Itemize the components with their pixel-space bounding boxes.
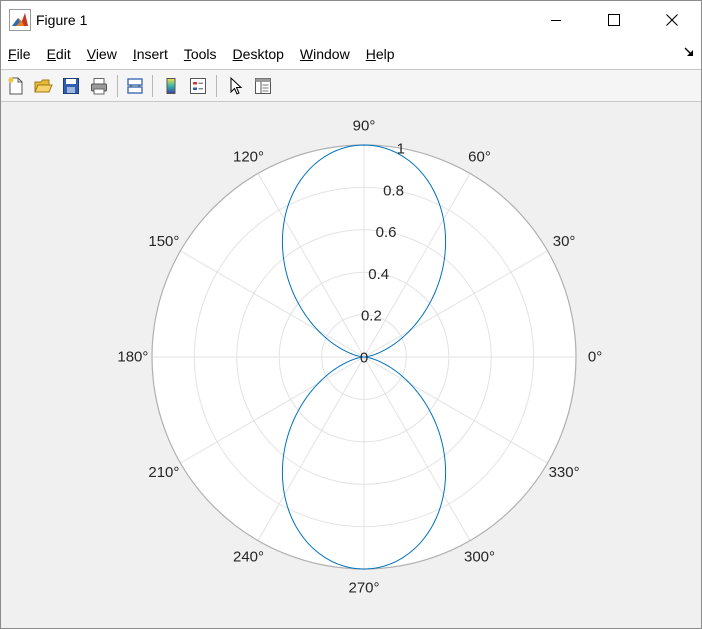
close-button[interactable]: [643, 1, 701, 39]
menu-window[interactable]: Window: [292, 39, 358, 69]
menu-desktop[interactable]: Desktop: [225, 39, 292, 69]
r-tick-label: 1: [397, 141, 405, 158]
dock-figure-icon[interactable]: [683, 46, 695, 58]
minimize-icon: [551, 20, 561, 21]
r-tick-label: 0.6: [376, 224, 397, 241]
theta-tick-label: 270°: [348, 580, 379, 597]
toolbar-separator: [216, 75, 217, 97]
toolbar-separator: [152, 75, 153, 97]
r-tick-label: 0.2: [361, 308, 382, 325]
theta-tick-label: 120°: [233, 148, 264, 165]
toolbar-separator: [117, 75, 118, 97]
link-plot-button[interactable]: [124, 75, 146, 97]
menu-tools[interactable]: Tools: [176, 39, 225, 69]
menu-insert[interactable]: Insert: [125, 39, 176, 69]
print-button[interactable]: [88, 75, 110, 97]
title-bar[interactable]: Figure 1: [1, 1, 701, 39]
menu-file[interactable]: File: [1, 39, 39, 69]
window-title: Figure 1: [36, 12, 88, 28]
r-tick-label: 0.4: [368, 266, 389, 283]
open-file-icon: [34, 79, 53, 93]
new-figure-button[interactable]: [5, 75, 27, 97]
r-tick-label: 0.8: [383, 183, 404, 200]
matlab-logo-icon: [9, 9, 31, 31]
new-figure-icon: [8, 77, 23, 95]
r-tick-label: 0: [360, 350, 368, 367]
theta-tick-label: 240°: [233, 549, 264, 566]
theta-tick-label: 0°: [588, 349, 602, 366]
insert-legend-button[interactable]: [187, 75, 209, 97]
open-file-button[interactable]: [32, 75, 54, 97]
menu-view[interactable]: View: [79, 39, 125, 69]
legend-icon: [190, 78, 206, 94]
menu-edit[interactable]: Edit: [39, 39, 79, 69]
theta-tick-label: 90°: [353, 117, 376, 134]
figure-window: Figure 1 File Edit View Insert Tools Des…: [0, 0, 702, 629]
menu-bar: File Edit View Insert Tools Desktop Wind…: [1, 39, 701, 69]
property-inspector-icon: [255, 78, 271, 94]
theta-tick-label: 180°: [117, 349, 148, 366]
theta-tick-label: 150°: [148, 233, 179, 250]
insert-colorbar-button[interactable]: [160, 75, 182, 97]
theta-tick-label: 210°: [148, 464, 179, 481]
polar-axes[interactable]: 0° 30° 60° 90° 120° 150° 180° 210° 240° 270° 300° 3…: [1, 102, 701, 628]
figure-toolbar: [1, 69, 701, 102]
edit-plot-button[interactable]: [225, 75, 247, 97]
menu-help[interactable]: Help: [358, 39, 403, 69]
maximize-icon: [608, 14, 620, 26]
print-icon: [91, 78, 107, 95]
theta-tick-label: 300°: [464, 549, 495, 566]
figure-canvas[interactable]: 0° 30° 60° 90° 120° 150° 180° 210° 240° 270° 300° 3…: [1, 102, 701, 628]
link-plot-icon: [127, 78, 143, 94]
edit-plot-pointer-icon: [230, 76, 243, 95]
close-icon: [666, 14, 678, 26]
colorbar-icon: [166, 78, 176, 94]
theta-tick-label: 60°: [468, 148, 491, 165]
save-icon: [63, 78, 79, 94]
minimize-button[interactable]: [527, 1, 585, 39]
maximize-button[interactable]: [585, 1, 643, 39]
theta-tick-label: 330°: [549, 464, 580, 481]
save-button[interactable]: [60, 75, 82, 97]
property-inspector-button[interactable]: [252, 75, 274, 97]
theta-tick-label: 30°: [553, 233, 576, 250]
